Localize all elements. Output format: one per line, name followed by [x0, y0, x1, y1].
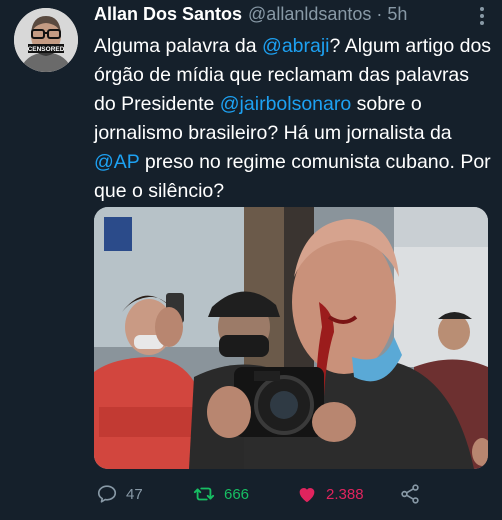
text-segment: preso no regime comunista cubano. Por qu… [94, 151, 491, 202]
tweet-card[interactable]: CENSORED Allan Dos Santos @allanldsantos… [0, 0, 502, 520]
like-count: 2.388 [326, 485, 364, 503]
retweet-arrows-icon [193, 487, 215, 501]
retweet-count: 666 [224, 485, 250, 503]
mention-link-jairbolsonaro[interactable]: @jairbolsonaro [220, 93, 351, 115]
tweet-timestamp[interactable]: 5h [387, 4, 407, 25]
author-handle[interactable]: @allanldsantos [248, 4, 371, 25]
tweet-header: Allan Dos Santos @allanldsantos · 5h [94, 4, 482, 26]
comment-bubble-icon [97, 485, 117, 503]
share-button[interactable] [399, 481, 421, 507]
more-vertical-icon[interactable] [474, 6, 490, 26]
text-segment: Alguma palavra da [94, 35, 263, 57]
avatar-censored-badge: CENSORED [28, 46, 65, 53]
reply-count: 47 [126, 485, 143, 503]
photo-scene [94, 207, 488, 469]
tweet-text: Alguma palavra da @abraji? Algum artigo … [94, 32, 494, 206]
heart-filled-icon [299, 488, 315, 503]
tweet-photo[interactable] [94, 207, 488, 469]
mention-link-abraji[interactable]: @abraji [262, 35, 330, 57]
mention-link-ap[interactable]: @AP [94, 151, 139, 173]
author-avatar[interactable]: CENSORED [14, 8, 78, 72]
tweet-actions: 47 666 2.388 [94, 481, 502, 507]
header-separator: · [376, 4, 383, 24]
retweet-button[interactable]: 666 [192, 481, 249, 507]
share-nodes-icon [401, 484, 419, 504]
avatar-portrait: CENSORED [14, 8, 78, 72]
author-name[interactable]: Allan Dos Santos [94, 4, 242, 25]
reply-button[interactable]: 47 [96, 481, 143, 507]
like-button[interactable]: 2.388 [296, 481, 364, 507]
